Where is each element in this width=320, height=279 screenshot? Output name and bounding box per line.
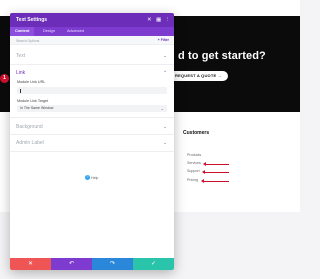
chevron-down-icon[interactable]: ⌄: [163, 53, 167, 59]
chevron-down-icon: ⌄: [160, 105, 164, 111]
redo-icon: ↷: [109, 261, 116, 267]
section-background-toggle[interactable]: Background: [16, 124, 43, 130]
chevron-down-icon[interactable]: ⌄: [163, 140, 167, 146]
link-target-value: In The Same Window: [20, 106, 54, 111]
footer-customers-title: Customers: [183, 130, 210, 136]
undo-icon: ↶: [68, 261, 75, 267]
footer-link-pricing[interactable]: Pricing: [187, 178, 198, 182]
annotation-arrow-services: [203, 161, 229, 167]
more-icon[interactable]: ⋮: [165, 16, 171, 24]
text-settings-modal: Text Settings ✕ ▦ ⋮ Content Design Advan…: [10, 13, 174, 270]
search-options-bar: Search Options + Filter: [10, 36, 174, 45]
close-icon: ✕: [27, 261, 34, 267]
annotation-arrow-pricing: [201, 178, 229, 184]
link-url-label: Module Link URL: [17, 80, 46, 84]
footer-link-support[interactable]: Support: [187, 169, 200, 173]
chevron-down-icon[interactable]: ⌄: [163, 124, 167, 130]
modal-title: Text Settings: [16, 17, 48, 23]
request-quote-button[interactable]: REQUEST A QUOTE →: [169, 71, 228, 81]
undo-button[interactable]: ↶: [51, 258, 92, 270]
modal-footer: ✕ ↶ ↷ ✓: [10, 258, 174, 270]
step-marker: 1: [0, 74, 9, 83]
footer-link-products[interactable]: Products: [187, 153, 201, 157]
check-icon: ✓: [150, 261, 157, 267]
close-icon[interactable]: ✕: [147, 16, 152, 24]
section-link-toggle[interactable]: Link: [16, 70, 25, 76]
search-input[interactable]: Search Options: [16, 39, 39, 43]
link-target-select[interactable]: In The Same Window ⌄: [17, 105, 167, 112]
annotation-arrow-support: [202, 169, 229, 175]
save-button[interactable]: ✓: [133, 258, 174, 270]
chevron-up-icon[interactable]: ⌃: [163, 70, 167, 76]
help-icon: ?: [85, 175, 90, 181]
section-divider: [10, 134, 174, 135]
help-label: Help: [91, 175, 99, 180]
discard-button[interactable]: ✕: [10, 258, 51, 270]
footer-link-services[interactable]: Services: [187, 161, 201, 165]
cta-heading: d to get started?: [178, 50, 266, 62]
grid-icon[interactable]: ▦: [156, 16, 161, 24]
redo-button[interactable]: ↷: [92, 258, 133, 270]
filter-button[interactable]: + Filter: [158, 38, 169, 42]
section-admin-label-toggle[interactable]: Admin Label: [16, 140, 44, 146]
section-text-toggle[interactable]: Text: [16, 53, 25, 59]
modal-tabs: Content Design Advanced: [10, 27, 174, 36]
section-divider: [10, 64, 174, 65]
tab-design[interactable]: Design: [38, 27, 60, 36]
modal-header[interactable]: Text Settings ✕ ▦ ⋮: [10, 13, 174, 27]
tab-advanced[interactable]: Advanced: [62, 27, 89, 36]
help-link[interactable]: ? Help: [85, 169, 98, 181]
section-divider: [10, 151, 174, 152]
section-divider: [10, 117, 174, 118]
text-cursor: [20, 88, 21, 93]
link-url-input[interactable]: [17, 87, 167, 94]
link-target-label: Module Link Target: [17, 99, 49, 103]
tab-content[interactable]: Content: [10, 27, 35, 36]
